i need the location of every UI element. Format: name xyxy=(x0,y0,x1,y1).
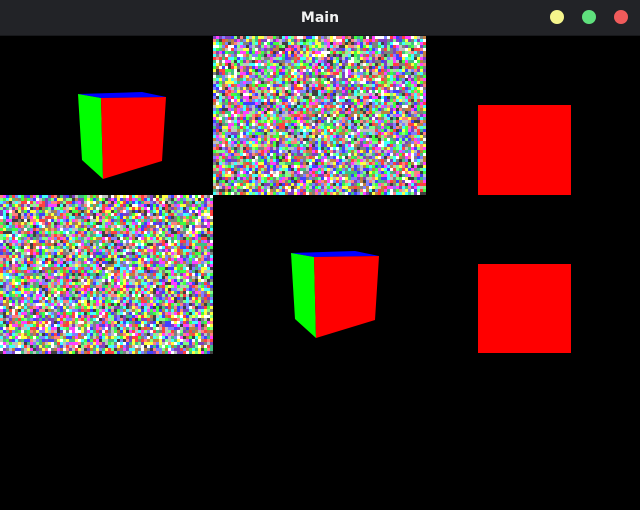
cube-view-middle-center xyxy=(213,195,426,354)
title-bar[interactable]: Main xyxy=(0,0,640,36)
cube-left-face xyxy=(78,94,103,179)
noise-texture xyxy=(0,195,213,354)
noise-view-middle-left xyxy=(0,195,213,354)
noise-texture xyxy=(213,36,426,195)
square-view-top-right xyxy=(426,36,639,195)
cube-shape xyxy=(78,92,166,179)
cube-left-face xyxy=(291,253,316,338)
cube-view-top-left xyxy=(0,36,213,195)
app-window: Main xyxy=(0,0,640,510)
cube-shape xyxy=(291,251,379,338)
cube-front-face xyxy=(101,97,166,179)
red-square xyxy=(478,105,571,195)
noise-view-top-center xyxy=(213,36,426,195)
render-viewport xyxy=(0,36,640,510)
close-button[interactable] xyxy=(614,10,628,24)
window-title: Main xyxy=(300,9,340,26)
maximize-button[interactable] xyxy=(582,10,596,24)
minimize-button[interactable] xyxy=(550,10,564,24)
square-view-middle-right xyxy=(426,195,639,354)
window-controls xyxy=(550,10,628,24)
cube-front-face xyxy=(314,256,379,338)
red-square xyxy=(478,264,571,353)
